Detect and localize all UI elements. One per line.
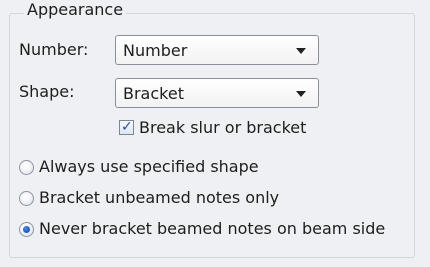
radio-always-specified-shape-label: Always use specified shape	[39, 157, 259, 176]
radio-selected-dot-icon	[23, 226, 30, 233]
number-dropdown-value: Number	[123, 41, 188, 60]
radio-never-bracket-beamed[interactable]	[19, 222, 34, 237]
shape-label: Shape:	[19, 82, 75, 101]
break-slur-label: Break slur or bracket	[139, 118, 307, 137]
appearance-panel: Appearance Number: Number Shape: Bracket…	[0, 0, 430, 267]
radio-always-specified-shape[interactable]	[19, 160, 34, 175]
group-title: Appearance	[24, 0, 127, 20]
chevron-down-icon	[296, 48, 306, 54]
radio-bracket-unbeamed-only[interactable]	[19, 191, 34, 206]
shape-dropdown[interactable]: Bracket	[115, 78, 319, 108]
chevron-down-icon	[296, 91, 306, 97]
checkmark-icon: ✓	[121, 119, 133, 135]
number-dropdown[interactable]: Number	[115, 35, 319, 65]
radio-never-bracket-beamed-label: Never bracket beamed notes on beam side	[39, 219, 386, 238]
break-slur-checkbox[interactable]: ✓	[119, 119, 134, 135]
number-label: Number:	[19, 40, 89, 59]
shape-dropdown-value: Bracket	[123, 84, 184, 103]
radio-bracket-unbeamed-only-label: Bracket unbeamed notes only	[39, 188, 280, 207]
